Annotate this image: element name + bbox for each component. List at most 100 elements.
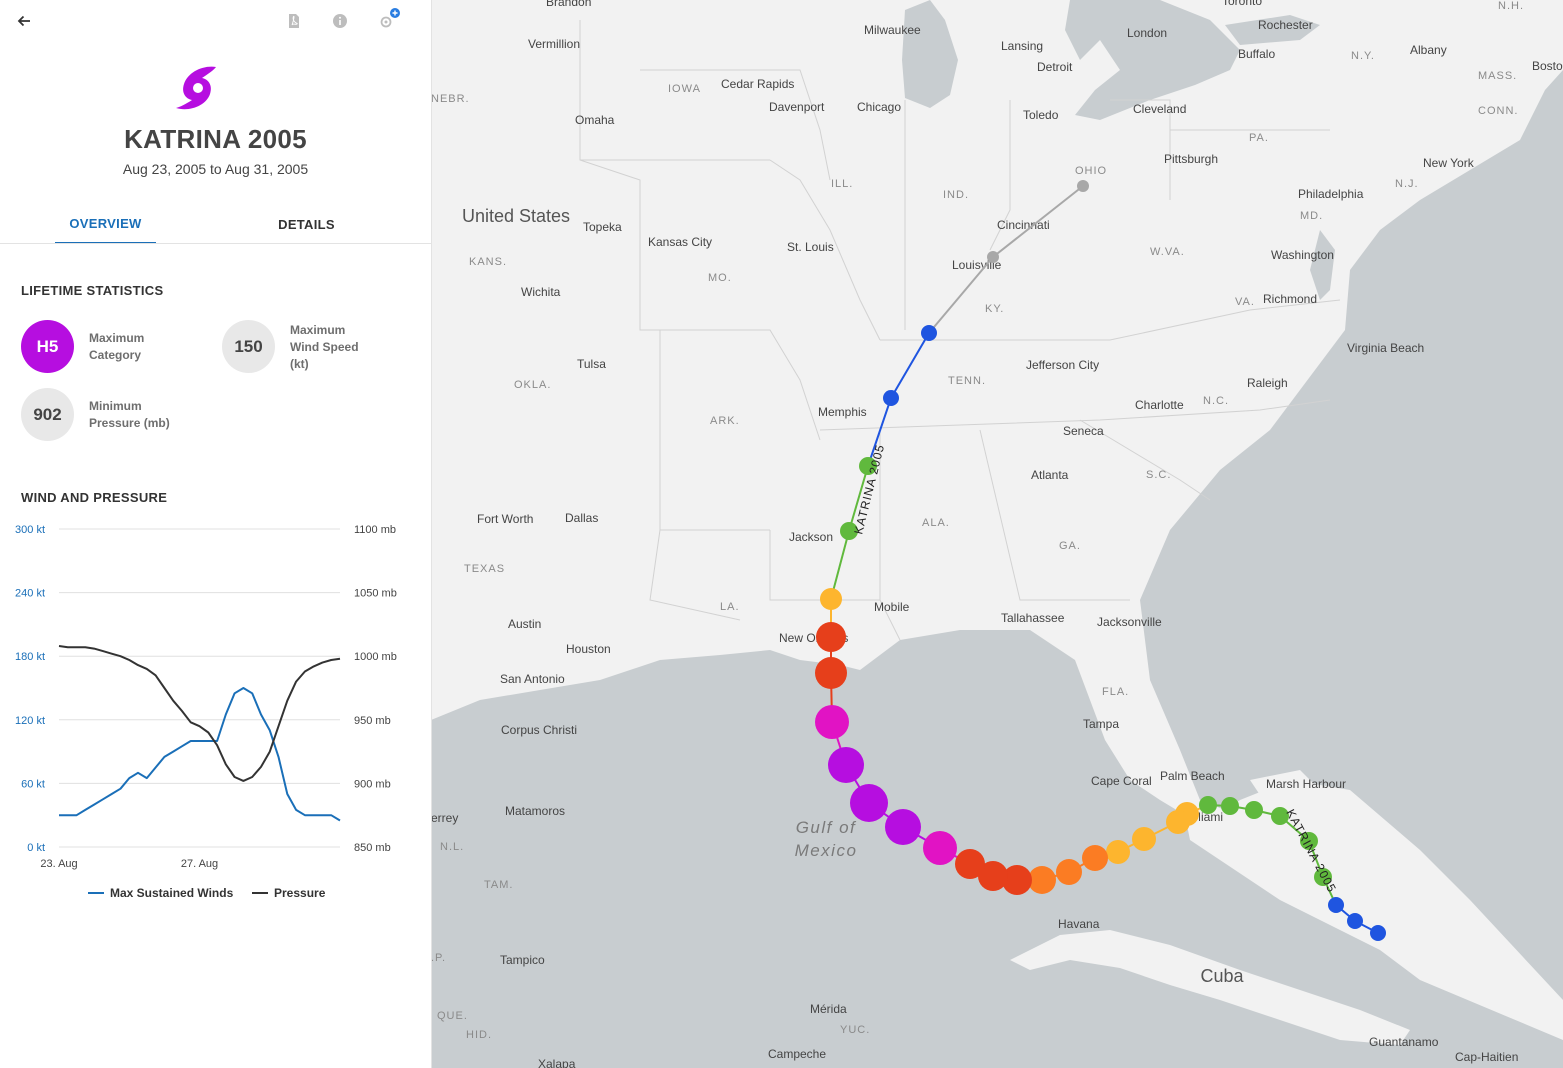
track-point-storm[interactable] xyxy=(1245,801,1263,819)
storm-map[interactable]: United States Gulf of Mexico Cuba IOWA N… xyxy=(431,0,1563,1068)
state-label: MASS. xyxy=(1478,70,1517,82)
wind-pressure-chart: 300 kt 1100 mb 240 kt 1050 mb 180 kt 1000 mb 1… xyxy=(15,524,397,870)
city-label: Jefferson City xyxy=(1026,358,1099,372)
city-label: Washington xyxy=(1271,248,1334,262)
track-point-h5[interactable] xyxy=(885,809,921,845)
track-point-h2[interactable] xyxy=(1028,866,1056,894)
track-point-depression[interactable] xyxy=(1370,925,1386,941)
track-point-h2[interactable] xyxy=(1056,859,1082,885)
city-label: Davenport xyxy=(769,100,825,114)
min-pressure-label-line: Minimum xyxy=(89,399,142,413)
back-button[interactable] xyxy=(11,8,37,34)
city-label: Chicago xyxy=(857,100,901,114)
track-point-h5[interactable] xyxy=(828,747,864,783)
track-point-extratropical[interactable] xyxy=(1077,180,1089,192)
hurricane-icon xyxy=(176,66,216,110)
pressure-series-line xyxy=(58,645,341,782)
chart-y-right-tick: 1000 mb xyxy=(354,651,397,663)
city-label: Memphis xyxy=(818,405,867,419)
legend-wind[interactable]: Max Sustained Winds xyxy=(88,886,233,900)
track-point-depression[interactable] xyxy=(1328,897,1344,913)
city-label: London xyxy=(1127,26,1167,40)
city-label: Omaha xyxy=(575,113,615,127)
track-point-h3[interactable] xyxy=(815,657,847,689)
city-label: Rochester xyxy=(1258,18,1313,32)
city-label: Kansas City xyxy=(648,235,712,249)
track-point-h5[interactable] xyxy=(850,784,888,822)
track-point-depression[interactable] xyxy=(883,390,899,406)
legend-wind-label: Max Sustained Winds xyxy=(110,886,234,900)
state-label: CONN. xyxy=(1478,105,1518,117)
track-point-storm[interactable] xyxy=(1199,796,1217,814)
track-point-h2[interactable] xyxy=(1082,845,1108,871)
max-category-badge: H5 xyxy=(21,320,74,373)
max-category-label-line: Maximum xyxy=(89,331,145,345)
track-point-depression[interactable] xyxy=(1347,913,1363,929)
track-point-h3[interactable] xyxy=(955,849,985,879)
pdf-icon xyxy=(289,14,299,28)
city-label: Dallas xyxy=(565,511,598,525)
city-label: Campeche xyxy=(768,1047,826,1061)
wind-series-line xyxy=(59,687,341,822)
track-point-h1[interactable] xyxy=(1106,840,1130,864)
state-label: ILL. xyxy=(831,178,853,190)
track-point-extratropical[interactable] xyxy=(987,251,999,263)
state-label: FLA. xyxy=(1102,686,1129,698)
city-label: Vermillion xyxy=(528,37,580,51)
chart-y-right-tick: 950 mb xyxy=(354,715,391,727)
track-point-h1[interactable] xyxy=(1132,827,1156,851)
city-label: Lansing xyxy=(1001,39,1043,53)
city-label: Wichita xyxy=(521,285,561,299)
city-label: Atlanta xyxy=(1031,468,1069,482)
state-label: N.C. xyxy=(1203,395,1229,407)
tab-overview[interactable]: OVERVIEW xyxy=(55,204,156,244)
info-button[interactable] xyxy=(327,8,353,34)
state-label: W.VA. xyxy=(1150,246,1185,258)
track-point-depression[interactable] xyxy=(921,325,937,341)
add-location-button[interactable] xyxy=(374,8,400,34)
track-point-storm[interactable] xyxy=(1221,797,1239,815)
track-point-h4[interactable] xyxy=(923,831,957,865)
state-label: NEBR. xyxy=(431,93,470,105)
state-label: N.L. xyxy=(440,841,464,853)
city-label: Cap-Haitien xyxy=(1455,1050,1518,1064)
country-label: Cuba xyxy=(1200,966,1244,986)
city-label: Cape Coral xyxy=(1091,774,1152,788)
city-label: Milwaukee xyxy=(864,23,921,37)
city-label: Detroit xyxy=(1037,60,1073,74)
track-point-h1[interactable] xyxy=(1166,810,1190,834)
state-label: S.C. xyxy=(1146,469,1171,481)
chart-y-right-tick: 1100 mb xyxy=(354,524,396,536)
state-label: OHIO xyxy=(1075,165,1107,177)
state-label: ALA. xyxy=(922,517,950,529)
state-label: N.Y. xyxy=(1351,50,1375,62)
state-label: IND. xyxy=(943,189,969,201)
track-point-h3[interactable] xyxy=(816,622,846,652)
city-label: Richmond xyxy=(1263,292,1317,306)
city-label: Guantanamo xyxy=(1369,1035,1439,1049)
max-wind-label-line: (kt) xyxy=(290,357,309,371)
city-label: Raleigh xyxy=(1247,376,1288,390)
download-pdf-button[interactable] xyxy=(281,8,307,34)
city-label: Xalapa xyxy=(538,1057,576,1068)
legend-pressure[interactable]: Pressure xyxy=(252,886,325,900)
storm-dates: Aug 23, 2005 to Aug 31, 2005 xyxy=(122,161,309,177)
city-label: Pittsburgh xyxy=(1164,152,1218,166)
city-label: Palm Beach xyxy=(1160,769,1225,783)
tab-details[interactable]: DETAILS xyxy=(256,204,357,244)
country-label: United States xyxy=(462,206,570,226)
locate-add-icon xyxy=(380,8,400,28)
city-label: Philadelphia xyxy=(1298,187,1364,201)
track-point-h1[interactable] xyxy=(820,588,842,610)
chart-y-left-tick: 180 kt xyxy=(15,651,45,663)
max-category-label-line: Category xyxy=(89,348,142,362)
lifetime-statistics-heading: LIFETIME STATISTICS xyxy=(21,283,164,298)
city-label: Mobile xyxy=(874,600,910,614)
city-label: Mérida xyxy=(810,1002,847,1016)
track-point-h4[interactable] xyxy=(815,705,849,739)
city-label: Charlotte xyxy=(1135,398,1184,412)
city-label: Havana xyxy=(1058,917,1100,931)
chart-y-right-tick: 850 mb xyxy=(354,842,391,854)
state-label: N.J. xyxy=(1395,178,1419,190)
wind-pressure-heading: WIND AND PRESSURE xyxy=(21,490,168,505)
